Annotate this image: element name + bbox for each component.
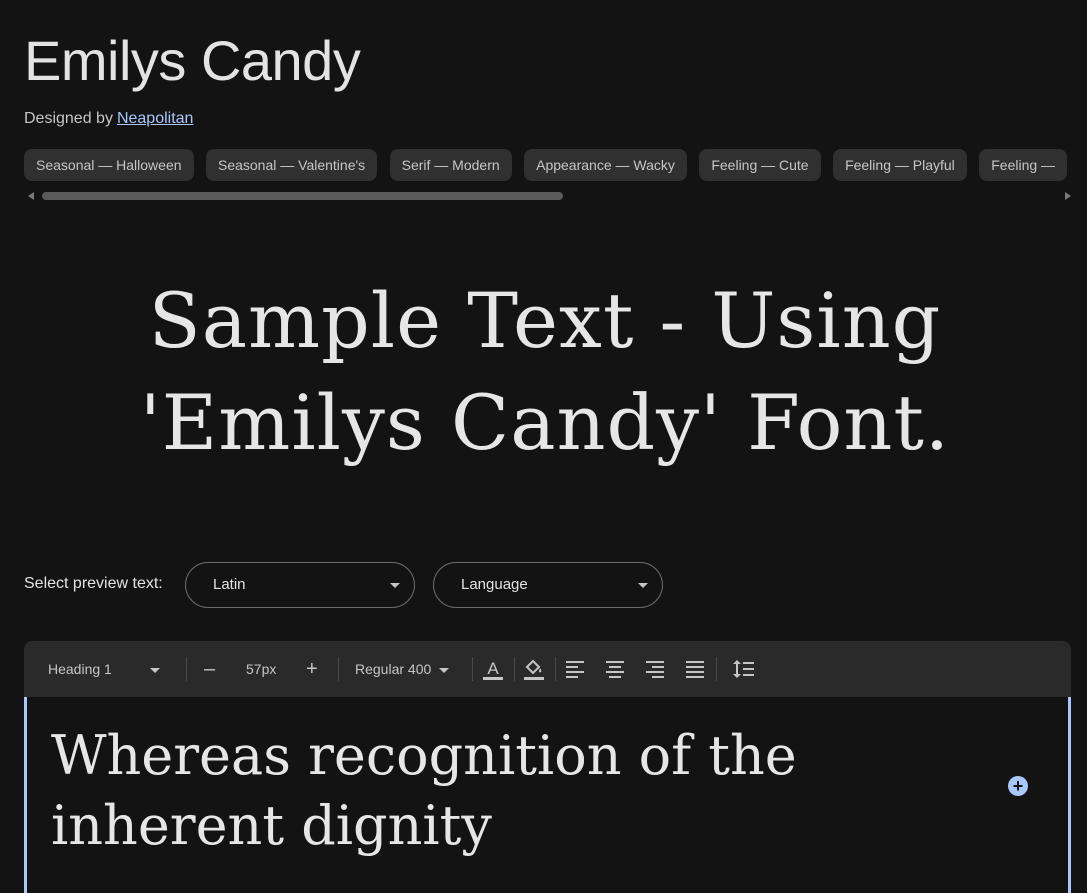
- font-weight-value: Regular 400: [355, 661, 432, 677]
- svg-text:A: A: [487, 659, 499, 678]
- text-style-value: Heading 1: [48, 661, 112, 677]
- chevron-down-icon: [390, 583, 400, 588]
- align-right-icon[interactable]: [645, 659, 665, 681]
- fill-color-icon[interactable]: [523, 657, 545, 681]
- tag-chip-list: Seasonal — Halloween Seasonal — Valentin…: [24, 149, 1087, 182]
- text-color-icon[interactable]: A: [482, 657, 504, 681]
- align-center-icon[interactable]: [605, 659, 625, 681]
- chevron-down-icon: [638, 583, 648, 588]
- tag-chip[interactable]: Appearance — Wacky: [524, 149, 687, 181]
- designer-line: Designed by Neapolitan: [24, 110, 193, 128]
- designer-link[interactable]: Neapolitan: [117, 110, 194, 127]
- add-style-button[interactable]: +: [1008, 776, 1028, 796]
- align-justify-icon[interactable]: [685, 659, 705, 681]
- toolbar-divider: [555, 657, 556, 681]
- tag-chip[interactable]: Seasonal — Valentine's: [205, 149, 378, 181]
- language-select-value: Language: [461, 576, 528, 593]
- toolbar-divider: [716, 657, 717, 681]
- toolbar-divider: [338, 657, 339, 681]
- tag-chip[interactable]: Feeling —: [979, 149, 1068, 181]
- scroll-left-arrow-icon[interactable]: [28, 192, 34, 200]
- align-left-icon[interactable]: [565, 659, 585, 681]
- font-weight-select[interactable]: Regular 400: [355, 641, 450, 697]
- editor-preview-text[interactable]: Whereas recognition of the inherent dign…: [51, 721, 981, 861]
- scroll-thumb[interactable]: [42, 192, 563, 200]
- script-select[interactable]: Latin: [185, 562, 415, 608]
- tag-chip[interactable]: Feeling — Cute: [699, 149, 821, 181]
- scroll-right-arrow-icon[interactable]: [1065, 192, 1071, 200]
- text-style-select[interactable]: Heading 1: [48, 641, 160, 697]
- tag-scrollbar[interactable]: [24, 190, 1071, 202]
- sample-text-preview: Sample Text - Using 'Emilys Candy' Font.: [139, 276, 951, 467]
- tag-chip[interactable]: Feeling — Playful: [833, 149, 967, 181]
- font-size-value[interactable]: 57px: [246, 641, 276, 697]
- page-title: Emilys Candy: [24, 29, 361, 92]
- script-select-value: Latin: [213, 576, 246, 593]
- preview-text-label: Select preview text:: [24, 575, 163, 592]
- tag-chip[interactable]: Seasonal — Halloween: [24, 149, 194, 181]
- type-tester-editor[interactable]: Whereas recognition of the inherent dign…: [24, 697, 1071, 893]
- font-detail-page: Emilys Candy Designed by Neapolitan Seaso…: [0, 0, 1087, 893]
- toolbar-divider: [186, 657, 187, 681]
- decrease-size-button[interactable]: –: [204, 641, 215, 697]
- chevron-down-icon: [149, 667, 160, 673]
- editor-toolbar: Heading 1 – 57px + Regular 400 A: [24, 641, 1071, 697]
- increase-size-button[interactable]: +: [306, 641, 318, 697]
- language-select[interactable]: Language: [433, 562, 663, 608]
- line-height-icon[interactable]: [733, 659, 755, 681]
- toolbar-divider: [514, 657, 515, 681]
- toolbar-divider: [472, 657, 473, 681]
- tag-chip[interactable]: Serif — Modern: [389, 149, 512, 181]
- chevron-down-icon: [439, 667, 450, 673]
- designed-by-label: Designed by: [24, 110, 113, 127]
